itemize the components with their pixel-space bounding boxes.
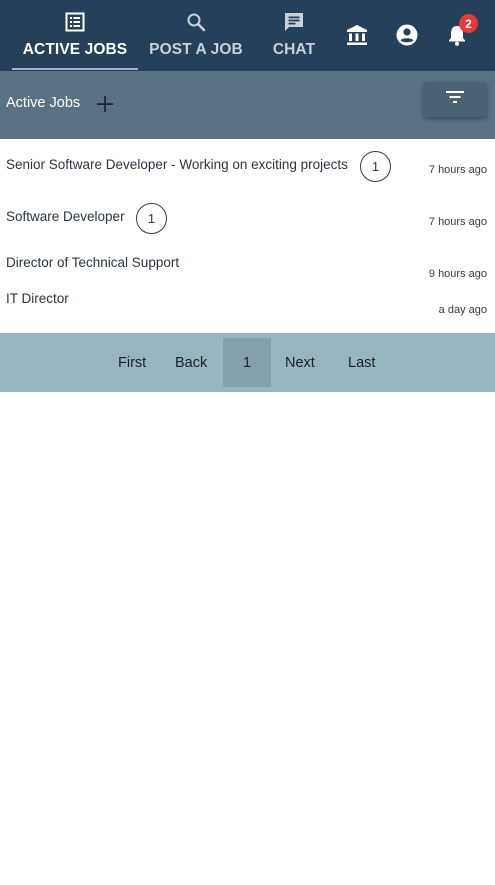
job-time: a day ago (438, 304, 487, 316)
job-title: Director of Technical Support (6, 255, 180, 270)
job-time: 9 hours ago (428, 268, 487, 280)
filter-icon (445, 90, 465, 109)
search-icon (185, 11, 207, 33)
current-page-button[interactable]: 1 (223, 338, 271, 387)
back-page-button[interactable]: Back (175, 355, 207, 371)
job-item[interactable]: Software Developer 1 7 hours ago (0, 202, 495, 248)
active-tab-indicator (12, 68, 138, 70)
pagination: First Back 1 Next Last (0, 333, 495, 392)
job-item[interactable]: IT Director a day ago (0, 290, 495, 322)
filter-button[interactable] (423, 82, 487, 117)
top-navigation: ACTIVE JOBS POST A JOB CHAT 2 (0, 0, 495, 71)
section-header: Active Jobs (0, 71, 495, 139)
next-page-button[interactable]: Next (285, 355, 315, 371)
notification-badge: 2 (459, 14, 478, 33)
tab-active-jobs[interactable]: ACTIVE JOBS (12, 0, 138, 71)
bank-icon[interactable] (345, 23, 369, 47)
job-applicant-count: 1 (136, 203, 167, 234)
job-title: IT Director (6, 291, 69, 306)
job-time: 7 hours ago (428, 216, 487, 228)
job-time: 7 hours ago (428, 164, 487, 176)
first-page-button[interactable]: First (118, 355, 146, 371)
tab-label: CHAT (272, 41, 316, 58)
tab-post-a-job[interactable]: POST A JOB (148, 0, 244, 71)
chat-icon (283, 11, 305, 33)
list-icon (64, 11, 86, 33)
job-applicant-count: 1 (360, 151, 391, 182)
job-item[interactable]: Senior Software Developer - Working on e… (0, 150, 495, 196)
account-icon[interactable] (395, 23, 419, 47)
job-title: Software Developer (6, 209, 125, 224)
tab-chat[interactable]: CHAT (266, 0, 322, 71)
section-title: Active Jobs (6, 95, 81, 111)
tab-label: POST A JOB (149, 41, 243, 58)
job-item[interactable]: Director of Technical Support 9 hours ag… (0, 254, 495, 286)
tab-label: ACTIVE JOBS (22, 41, 128, 58)
job-title: Senior Software Developer - Working on e… (6, 157, 348, 172)
plus-icon[interactable] (94, 93, 116, 115)
last-page-button[interactable]: Last (348, 355, 375, 371)
